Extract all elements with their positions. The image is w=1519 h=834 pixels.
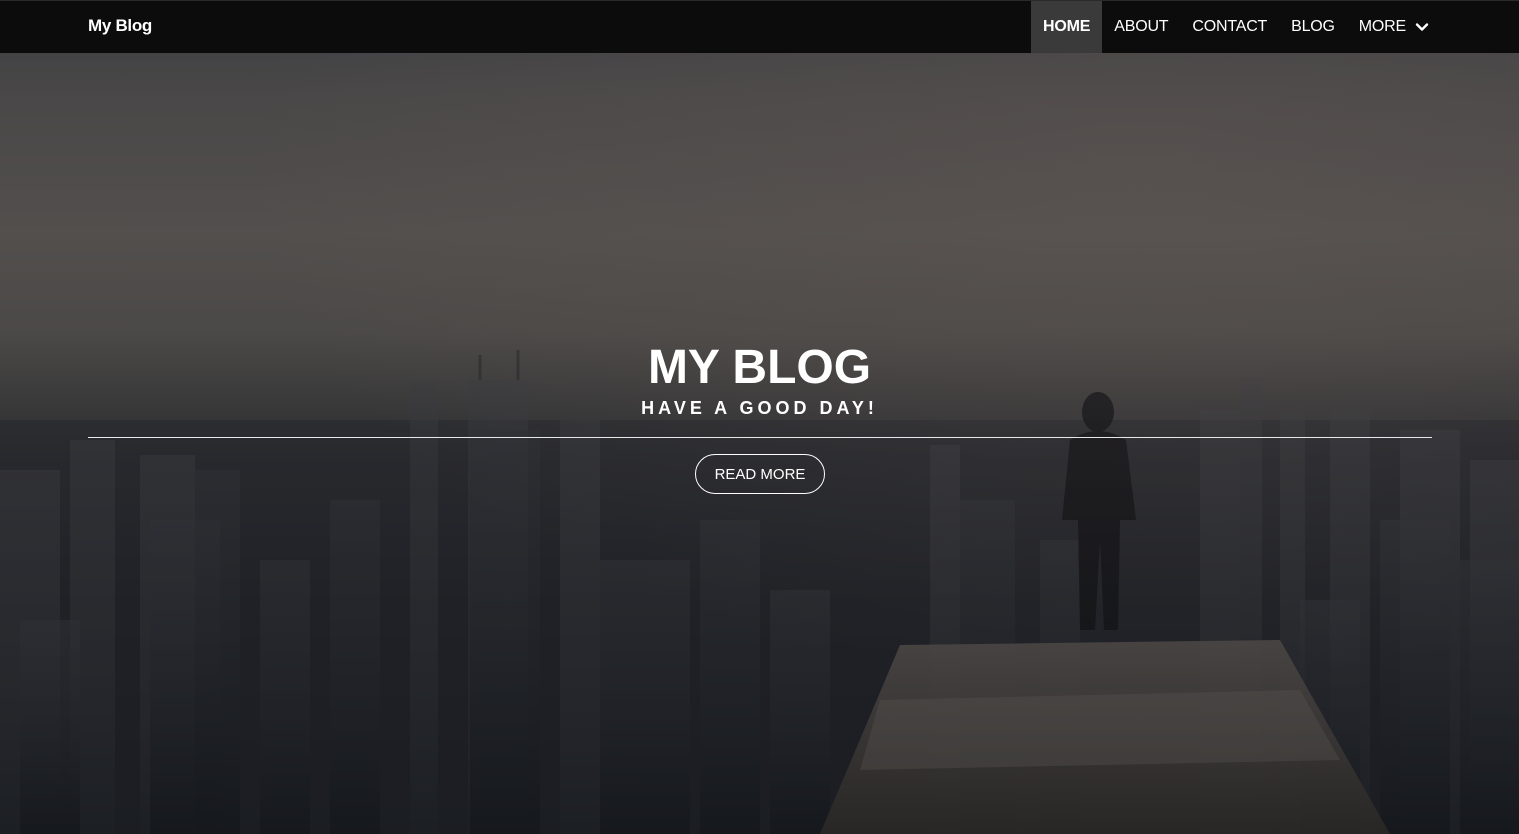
nav-item-home[interactable]: HOME — [1031, 1, 1103, 53]
nav-item-more-label: MORE — [1358, 18, 1406, 35]
nav-item-contact-label: CONTACT — [1192, 18, 1268, 35]
nav-item-about-label: ABOUT — [1114, 18, 1169, 35]
read-more-button[interactable]: READ MORE — [695, 454, 825, 494]
page: My Blog HOME ABOUT CONTACT BLOG MORE MY … — [0, 0, 1519, 834]
brand-logo-link[interactable]: My Blog — [88, 16, 152, 36]
nav-item-contact[interactable]: CONTACT — [1180, 1, 1279, 53]
hero-subtitle: HAVE A GOOD DAY! — [641, 398, 878, 418]
nav-item-home-label: HOME — [1043, 18, 1091, 35]
nav-item-blog-label: BLOG — [1291, 18, 1335, 35]
nav-menu: HOME ABOUT CONTACT BLOG MORE — [1031, 1, 1441, 53]
hero-divider — [88, 437, 1432, 438]
chevron-down-icon — [1415, 20, 1429, 34]
nav-item-blog[interactable]: BLOG — [1279, 1, 1347, 53]
top-navbar: My Blog HOME ABOUT CONTACT BLOG MORE — [0, 0, 1519, 53]
hero-title: MY BLOG — [647, 341, 872, 394]
nav-item-about[interactable]: ABOUT — [1102, 1, 1180, 53]
nav-item-more-dropdown[interactable]: MORE — [1347, 1, 1441, 53]
hero-section: MY BLOG HAVE A GOOD DAY! READ MORE — [0, 0, 1519, 834]
